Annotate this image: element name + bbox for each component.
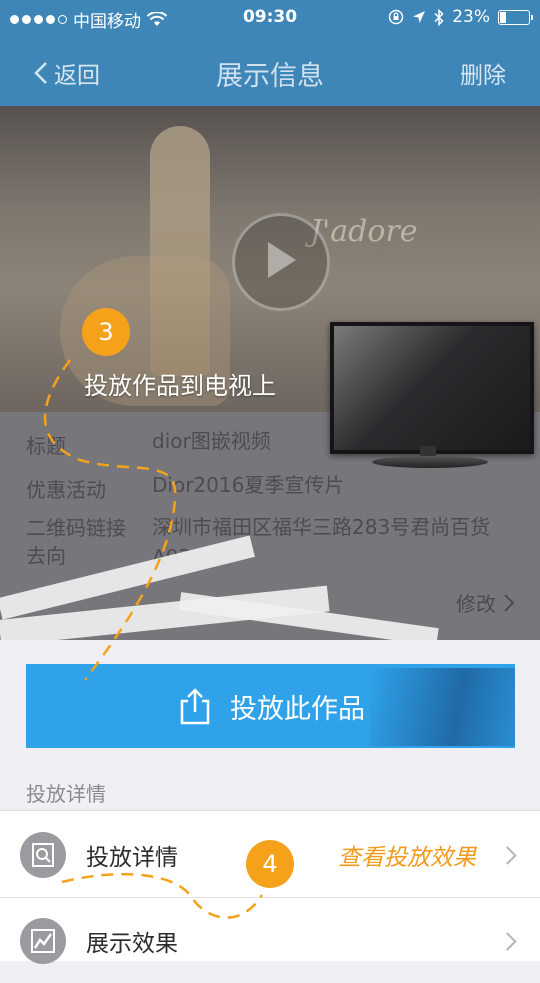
callout-paths	[43, 359, 264, 919]
step4-badge: 4	[246, 840, 294, 888]
step3-text: 投放作品到电视上	[84, 372, 276, 400]
step3-badge: 3	[82, 308, 130, 356]
